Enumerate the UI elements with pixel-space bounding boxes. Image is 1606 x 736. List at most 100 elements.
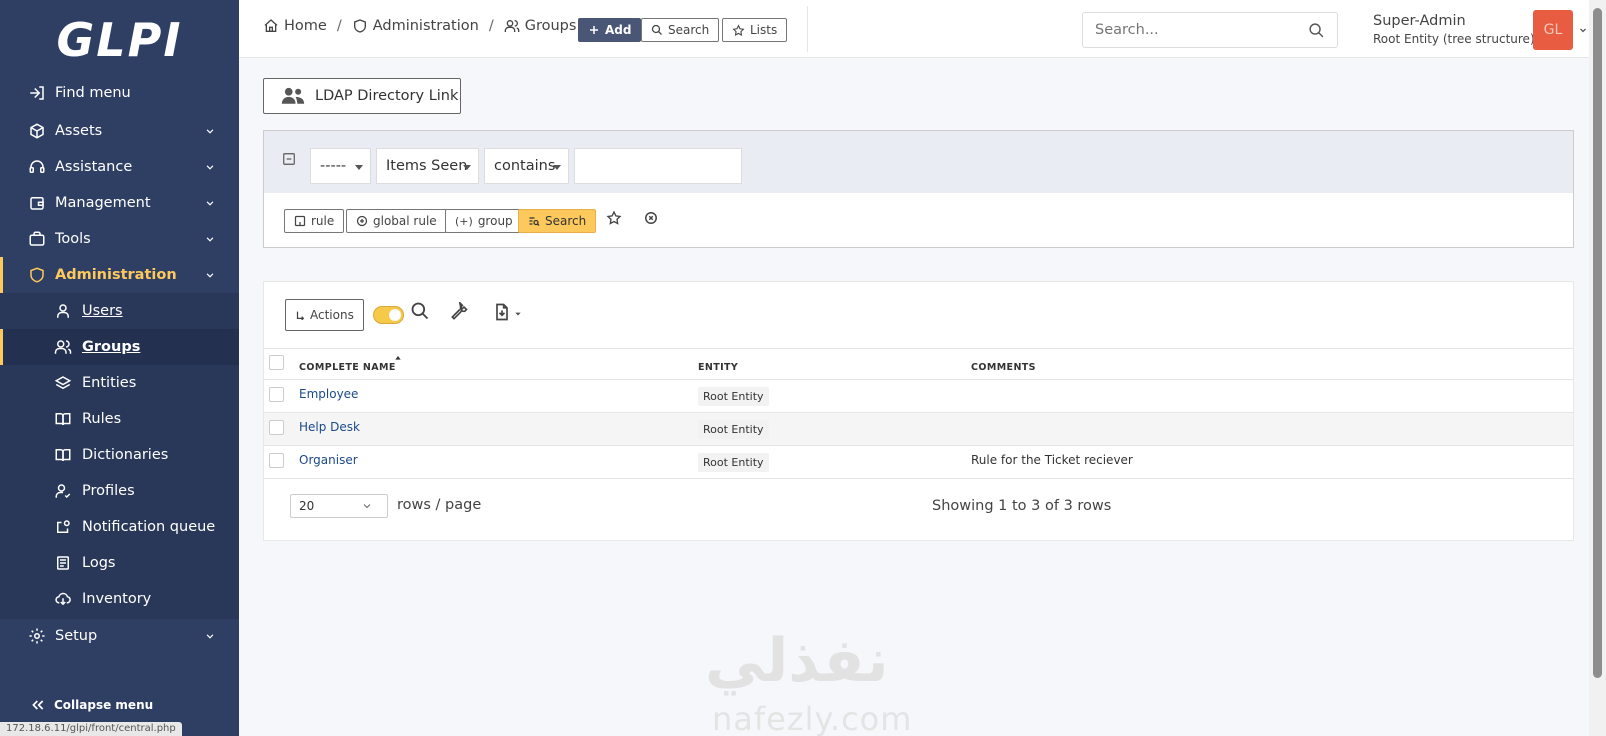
rows-per-page-select[interactable]: 20 — [290, 494, 388, 518]
menu-item-assistance[interactable]: Assistance — [0, 149, 239, 185]
notification-icon — [53, 517, 73, 537]
submenu-item-dictionaries[interactable]: Dictionaries — [0, 437, 239, 473]
user-entity[interactable]: Root Entity (tree structure) — [1373, 32, 1535, 46]
lists-button[interactable]: Lists — [722, 18, 788, 42]
glpi-logo[interactable]: GLPI — [0, 0, 239, 80]
criteria-value-input[interactable] — [574, 148, 742, 184]
search-list-icon — [528, 215, 540, 227]
chevron-down-icon — [203, 124, 217, 138]
row-checkbox[interactable] — [269, 387, 284, 402]
reset-circle-icon[interactable] — [644, 211, 658, 225]
add-rule-button[interactable]: rule — [284, 209, 345, 233]
pagination-summary: Showing 1 to 3 of 3 rows — [932, 498, 1112, 514]
select-all-checkbox[interactable] — [269, 355, 284, 370]
administration-submenu: Users Groups Entities Rules Dictionaries… — [0, 293, 239, 619]
menu-item-find-menu[interactable]: Find menu — [0, 75, 239, 111]
search-toggle-switch[interactable] — [373, 306, 404, 324]
watermark-arabic: نفذلي — [705, 626, 889, 696]
menu-item-tools[interactable]: Tools — [0, 221, 239, 257]
submenu-label: Users — [82, 303, 123, 319]
entity-badge: Root Entity — [698, 387, 769, 406]
cloud-download-icon — [53, 589, 73, 609]
chevron-down-icon[interactable] — [1577, 24, 1589, 36]
user-name[interactable]: Super-Admin — [1373, 13, 1466, 29]
file-export-icon[interactable] — [492, 302, 512, 322]
actions-button[interactable]: Actions — [285, 299, 364, 331]
breadcrumb-groups[interactable]: Groups — [504, 18, 576, 34]
users-icon — [53, 337, 73, 357]
menu-item-management[interactable]: Management — [0, 185, 239, 221]
criteria-operator-select[interactable]: contains — [484, 148, 569, 184]
column-comments[interactable]: COMMENTS — [971, 362, 1036, 373]
ldap-directory-link-button[interactable]: LDAP Directory Link — [263, 78, 461, 114]
submenu-label: Inventory — [82, 591, 152, 607]
global-search-box — [1082, 12, 1338, 48]
add-global-rule-button[interactable]: global rule — [346, 209, 447, 233]
avatar[interactable]: GL — [1533, 10, 1573, 50]
status-url: 172.18.6.11/glpi/front/central.php — [0, 722, 182, 736]
criteria-search-button[interactable]: Search — [518, 209, 597, 233]
table-row: Employee Root Entity — [264, 380, 1573, 413]
briefcase-icon — [27, 229, 47, 249]
breadcrumb-home[interactable]: Home — [263, 18, 327, 34]
plus-icon — [588, 24, 600, 36]
page-scrollbar-thumb[interactable] — [1593, 8, 1602, 678]
chevron-down-icon — [203, 160, 217, 174]
minus-square-icon[interactable] — [282, 152, 296, 166]
group-name-link[interactable]: Organiser — [299, 453, 358, 467]
add-group-button[interactable]: (+) group — [445, 209, 523, 233]
menu-label: Find menu — [55, 85, 131, 101]
search-button[interactable]: Search — [641, 18, 720, 42]
submenu-item-groups[interactable]: Groups — [0, 329, 239, 365]
headset-icon — [27, 157, 47, 177]
users-icon — [504, 18, 520, 34]
star-icon — [732, 23, 745, 37]
table-row: Help Desk Root Entity — [264, 413, 1573, 446]
submenu-label: Notification queue — [82, 519, 216, 535]
submenu-item-entities[interactable]: Entities — [0, 365, 239, 401]
shield-icon — [352, 18, 368, 34]
submenu-item-logs[interactable]: Logs — [0, 545, 239, 581]
row-checkbox[interactable] — [269, 420, 284, 435]
rows-per-page-label: rows / page — [397, 497, 482, 513]
submenu-item-users[interactable]: Users — [0, 293, 239, 329]
book-icon — [53, 409, 73, 429]
home-icon — [263, 18, 279, 34]
submenu-label: Entities — [82, 375, 137, 391]
star-icon[interactable] — [606, 210, 622, 226]
global-search-input[interactable] — [1095, 13, 1305, 47]
column-entity[interactable]: ENTITY — [698, 362, 738, 373]
users-icon — [281, 86, 305, 106]
menu-item-assets[interactable]: Assets — [0, 113, 239, 149]
breadcrumb-administration[interactable]: Administration — [352, 18, 479, 34]
breadcrumb-separator: / — [336, 18, 342, 34]
group-name-link[interactable]: Help Desk — [299, 420, 360, 434]
menu-item-administration[interactable]: Administration — [0, 257, 239, 293]
caret-down-icon[interactable] — [514, 310, 522, 318]
add-button[interactable]: Add — [578, 18, 642, 42]
group-name-link[interactable]: Employee — [299, 387, 358, 401]
column-complete-name[interactable]: COMPLETE NAME — [299, 362, 396, 373]
menu-item-setup[interactable]: Setup — [0, 618, 239, 654]
collapse-label: Collapse menu — [54, 698, 154, 712]
submenu-label: Groups — [82, 339, 141, 355]
wrench-icon[interactable] — [449, 302, 469, 322]
submenu-item-rules[interactable]: Rules — [0, 401, 239, 437]
table-header: COMPLETE NAME ENTITY COMMENTS — [264, 348, 1573, 380]
sort-asc-icon[interactable] — [394, 354, 402, 362]
criteria-field-select[interactable]: Items Seen — [376, 148, 479, 184]
submenu-item-notification-queue[interactable]: Notification queue — [0, 509, 239, 545]
breadcrumb-separator: / — [488, 18, 494, 34]
table-row: Organiser Root Entity Rule for the Ticke… — [264, 446, 1573, 479]
circle-plus-icon — [356, 215, 368, 227]
collapse-menu-button[interactable]: Collapse menu — [30, 697, 153, 713]
search-icon — [651, 24, 663, 36]
row-checkbox[interactable] — [269, 453, 284, 468]
search-icon[interactable] — [1308, 22, 1325, 39]
submenu-item-profiles[interactable]: Profiles — [0, 473, 239, 509]
menu-label: Setup — [55, 628, 98, 644]
criteria-link-select[interactable]: ----- — [310, 148, 371, 184]
search-icon[interactable] — [410, 301, 430, 321]
submenu-item-inventory[interactable]: Inventory — [0, 581, 239, 617]
groups-table: COMPLETE NAME ENTITY COMMENTS Employee R… — [264, 348, 1573, 479]
